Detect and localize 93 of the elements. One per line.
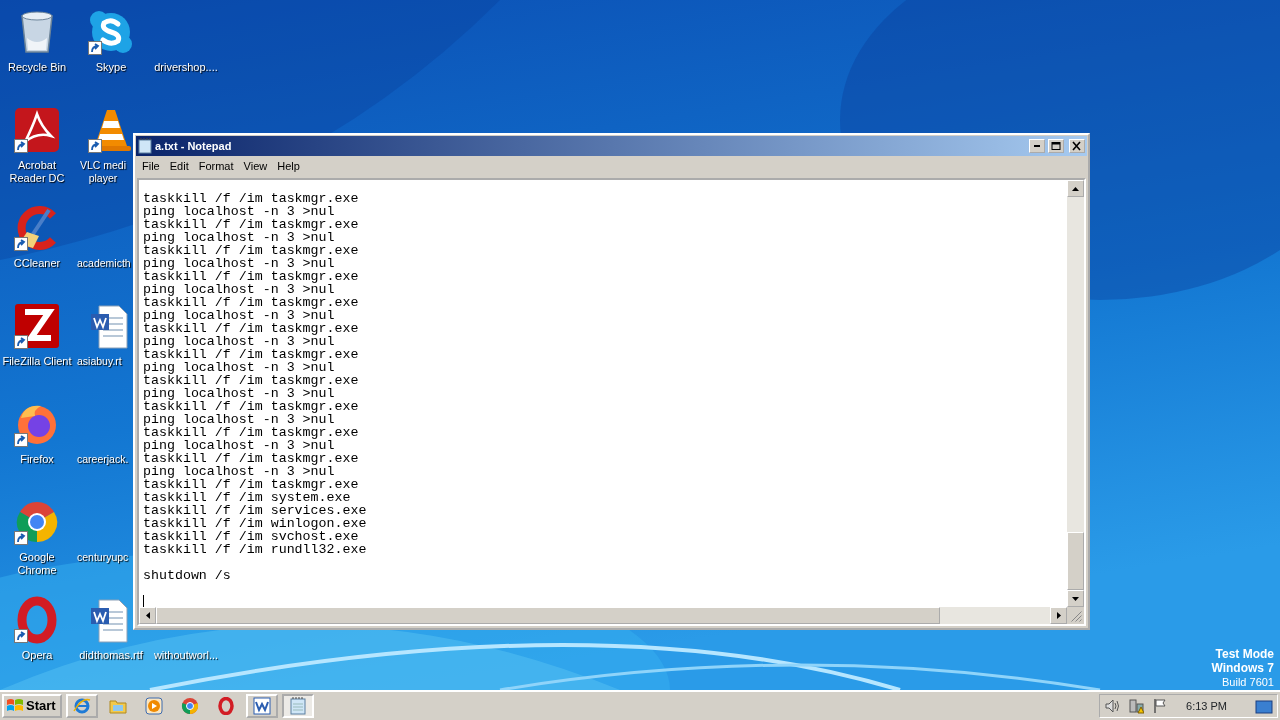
text-line: ping localhost -n 3 >nul <box>143 387 335 400</box>
icon-label[interactable]: Acrobat Reader DC <box>1 159 73 185</box>
speaker-icon[interactable] <box>1104 698 1121 714</box>
maximize-button[interactable] <box>1048 139 1064 153</box>
text-line: taskkill /f /im taskmgr.exe <box>143 426 360 439</box>
icon-label[interactable]: academicth <box>77 257 129 270</box>
text-line: ping localhost -n 3 >nul <box>143 205 335 218</box>
menu-item[interactable]: View <box>238 158 273 175</box>
text-cursor <box>143 595 144 607</box>
notepad-icon <box>138 138 152 154</box>
icon-label[interactable]: asiabuy.rt <box>77 355 122 368</box>
grip-icon <box>1071 611 1082 622</box>
close-button[interactable] <box>1069 139 1085 153</box>
text-line: taskkill /f /im taskmgr.exe <box>143 452 360 465</box>
maximize-icon <box>1050 141 1062 151</box>
text-line: taskkill /f /im taskmgr.exe <box>143 244 360 257</box>
folder-icon <box>108 697 127 715</box>
resize-grip[interactable] <box>1067 607 1084 624</box>
scroll-right-button[interactable] <box>1050 607 1067 624</box>
right-arrow-icon <box>1056 612 1061 619</box>
chrome-icon <box>180 697 199 715</box>
play-icon <box>144 697 163 715</box>
document-icon <box>252 697 271 715</box>
scroll-left-button[interactable] <box>139 607 156 624</box>
text-line: taskkill /f /im taskmgr.exe <box>143 192 360 205</box>
down-arrow-icon <box>1072 596 1079 601</box>
text-line: taskkill /f /im taskmgr.exe <box>143 348 360 361</box>
notepad-taskbar-button[interactable] <box>281 694 314 718</box>
icon-label[interactable]: Firefox <box>20 453 54 466</box>
scrollbar-thumb[interactable] <box>156 607 940 624</box>
text-line: taskkill /f /im taskmgr.exe <box>143 218 360 231</box>
opera-icon <box>216 697 235 715</box>
clock[interactable]: 6:13 PM <box>1186 697 1227 715</box>
watermark-text: Test Mode <box>1214 647 1274 661</box>
window-title: a.txt - Notepad <box>155 138 232 154</box>
text-line: ping localhost -n 3 >nul <box>143 283 335 296</box>
show-desktop-button[interactable] <box>1255 697 1273 715</box>
minimize-button[interactable] <box>1029 139 1045 153</box>
text-line: ping localhost -n 3 >nul <box>143 257 335 270</box>
text-line: taskkill /f /im taskmgr.exe <box>143 270 360 283</box>
menu-item[interactable]: Format <box>193 158 239 175</box>
text-line: taskkill /f /im taskmgr.exe <box>143 322 360 335</box>
icon-label[interactable]: careerjack. <box>77 453 129 466</box>
text-line: ping localhost -n 3 >nul <box>143 465 335 478</box>
text-line: ping localhost -n 3 >nul <box>143 231 335 244</box>
browser-taskbar-button[interactable] <box>65 694 98 718</box>
flag-icon[interactable] <box>1152 698 1169 714</box>
icon-label[interactable]: VLC medi player <box>77 159 129 185</box>
text-line: shutdown /s <box>143 569 232 582</box>
document-taskbar-button[interactable] <box>245 694 278 718</box>
icon-label[interactable]: Recycle Bin <box>7 61 67 74</box>
text-line: ping localhost -n 3 >nul <box>143 335 335 348</box>
left-arrow-icon <box>145 612 150 619</box>
menu-item[interactable]: Edit <box>164 158 194 175</box>
vertical-scrollbar[interactable] <box>1067 180 1084 607</box>
watermark-text: Build 7601 <box>1221 675 1274 689</box>
scroll-up-button[interactable] <box>1067 180 1084 197</box>
text-line: ping localhost -n 3 >nul <box>143 439 335 452</box>
text-line: taskkill /f /im taskmgr.exe <box>143 296 360 309</box>
text-line: taskkill /f /im taskmgr.exe <box>143 478 360 491</box>
cloud-icon <box>87 8 135 56</box>
text-line: taskkill /f /im rundll32.exe <box>143 543 368 556</box>
scrollbar-thumb[interactable] <box>1067 532 1084 590</box>
text-line: ping localhost -n 3 >nul <box>143 361 335 374</box>
watermark-text: Windows 7 <box>1211 661 1274 675</box>
scroll-down-button[interactable] <box>1067 590 1084 607</box>
menu-item[interactable]: Help <box>272 158 305 175</box>
icon-label[interactable]: CCleaner <box>13 257 61 270</box>
icon-label[interactable]: FileZilla Client <box>2 355 72 368</box>
close-icon <box>1071 141 1083 151</box>
browser-icon <box>72 697 91 715</box>
pdf-icon <box>13 106 61 154</box>
horizontal-scrollbar[interactable] <box>139 607 1067 624</box>
text-line: taskkill /f /im services.exe <box>143 504 368 517</box>
text-line: taskkill /f /im system.exe <box>143 491 351 504</box>
icon-label[interactable]: centuryupc <box>77 551 129 564</box>
text-line: taskkill /f /im svchost.exe <box>143 530 359 543</box>
minimize-icon <box>1034 145 1040 147</box>
text-line: ping localhost -n 3 >nul <box>143 413 335 426</box>
text-line: taskkill /f /im taskmgr.exe <box>143 400 360 413</box>
menu-item[interactable]: File <box>137 158 165 175</box>
up-arrow-icon <box>1072 186 1079 191</box>
notepad-icon <box>288 697 307 715</box>
text-line: taskkill /f /im taskmgr.exe <box>143 374 360 387</box>
icon-label[interactable]: Skype <box>95 61 127 74</box>
icon-label[interactable]: Google Chrome <box>1 551 73 577</box>
text-line: ping localhost -n 3 >nul <box>143 309 335 322</box>
filezilla-icon <box>13 302 61 350</box>
desktop-icon <box>1255 698 1273 715</box>
text-line: taskkill /f /im winlogon.exe <box>143 517 368 530</box>
icon-label[interactable]: drivershop.... <box>154 61 218 74</box>
network-icon[interactable] <box>1128 698 1145 714</box>
start-button[interactable]: Start <box>2 694 62 718</box>
